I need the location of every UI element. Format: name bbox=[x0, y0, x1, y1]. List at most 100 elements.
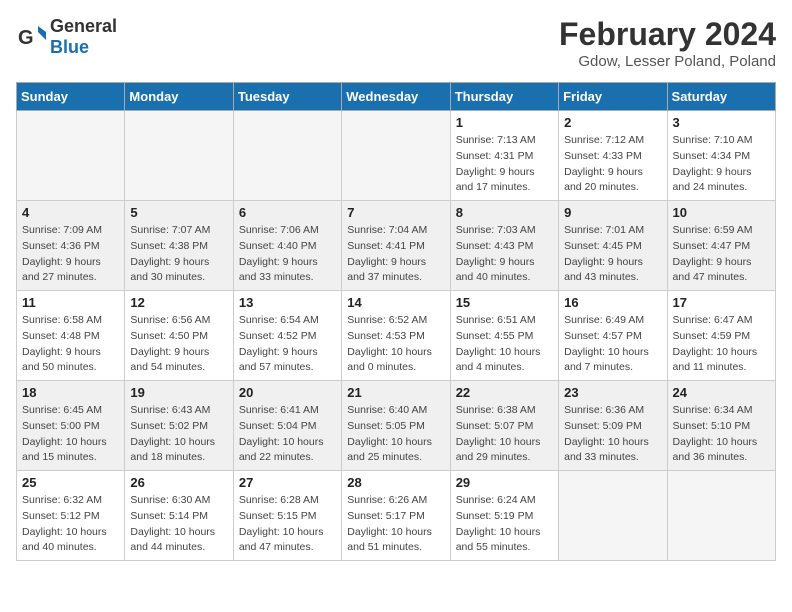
title-area: February 2024 Gdow, Lesser Poland, Polan… bbox=[559, 16, 776, 70]
calendar-cell: 7 Sunrise: 7:04 AM Sunset: 4:41 PM Daylig… bbox=[342, 201, 450, 291]
day-info: Sunrise: 7:09 AM Sunset: 4:36 PM Dayligh… bbox=[22, 223, 119, 286]
day-info: Sunrise: 6:30 AM Sunset: 5:14 PM Dayligh… bbox=[130, 493, 227, 556]
day-info: Sunrise: 6:26 AM Sunset: 5:17 PM Dayligh… bbox=[347, 493, 444, 556]
day-number: 21 bbox=[347, 385, 444, 400]
day-info: Sunrise: 7:12 AM Sunset: 4:33 PM Dayligh… bbox=[564, 133, 661, 196]
logo: G General Blue bbox=[16, 16, 117, 58]
calendar-cell bbox=[233, 111, 341, 201]
calendar-table: SundayMondayTuesdayWednesdayThursdayFrid… bbox=[16, 82, 776, 561]
day-info: Sunrise: 7:10 AM Sunset: 4:34 PM Dayligh… bbox=[673, 133, 770, 196]
col-header-monday: Monday bbox=[125, 83, 233, 111]
calendar-cell: 20 Sunrise: 6:41 AM Sunset: 5:04 PM Dayli… bbox=[233, 381, 341, 471]
day-number: 22 bbox=[456, 385, 553, 400]
day-info: Sunrise: 6:58 AM Sunset: 4:48 PM Dayligh… bbox=[22, 313, 119, 376]
day-info: Sunrise: 6:24 AM Sunset: 5:19 PM Dayligh… bbox=[456, 493, 553, 556]
day-info: Sunrise: 7:03 AM Sunset: 4:43 PM Dayligh… bbox=[456, 223, 553, 286]
day-info: Sunrise: 6:36 AM Sunset: 5:09 PM Dayligh… bbox=[564, 403, 661, 466]
calendar-cell: 21 Sunrise: 6:40 AM Sunset: 5:05 PM Dayli… bbox=[342, 381, 450, 471]
calendar-cell: 4 Sunrise: 7:09 AM Sunset: 4:36 PM Daylig… bbox=[17, 201, 125, 291]
day-number: 1 bbox=[456, 115, 553, 130]
logo-blue: Blue bbox=[50, 37, 117, 58]
calendar-cell: 1 Sunrise: 7:13 AM Sunset: 4:31 PM Daylig… bbox=[450, 111, 558, 201]
day-number: 26 bbox=[130, 475, 227, 490]
day-info: Sunrise: 6:45 AM Sunset: 5:00 PM Dayligh… bbox=[22, 403, 119, 466]
calendar-cell: 24 Sunrise: 6:34 AM Sunset: 5:10 PM Dayli… bbox=[667, 381, 775, 471]
calendar-cell bbox=[667, 471, 775, 561]
calendar-cell bbox=[342, 111, 450, 201]
day-info: Sunrise: 6:40 AM Sunset: 5:05 PM Dayligh… bbox=[347, 403, 444, 466]
calendar-cell: 5 Sunrise: 7:07 AM Sunset: 4:38 PM Daylig… bbox=[125, 201, 233, 291]
calendar-cell: 19Sunrise: 6:43 AM Sunset: 5:02 PM Dayli… bbox=[125, 381, 233, 471]
day-number: 15 bbox=[456, 295, 553, 310]
day-number: 6 bbox=[239, 205, 336, 220]
day-info: Sunrise: 7:13 AM Sunset: 4:31 PM Dayligh… bbox=[456, 133, 553, 196]
day-info: Sunrise: 7:04 AM Sunset: 4:41 PM Dayligh… bbox=[347, 223, 444, 286]
day-info: Sunrise: 6:28 AM Sunset: 5:15 PM Dayligh… bbox=[239, 493, 336, 556]
col-header-tuesday: Tuesday bbox=[233, 83, 341, 111]
day-number: 5 bbox=[130, 205, 227, 220]
calendar-cell: 12 Sunrise: 6:56 AM Sunset: 4:50 PM Dayli… bbox=[125, 291, 233, 381]
calendar-cell: 17 Sunrise: 6:47 AM Sunset: 4:59 PM Dayli… bbox=[667, 291, 775, 381]
header: G General Blue February 2024 Gdow, Lesse… bbox=[16, 16, 776, 70]
day-number: 19 bbox=[130, 385, 227, 400]
calendar-cell: 15 Sunrise: 6:51 AM Sunset: 4:55 PM Dayli… bbox=[450, 291, 558, 381]
day-info: Sunrise: 6:41 AM Sunset: 5:04 PM Dayligh… bbox=[239, 403, 336, 466]
day-info: Sunrise: 6:56 AM Sunset: 4:50 PM Dayligh… bbox=[130, 313, 227, 376]
calendar-cell: 22 Sunrise: 6:38 AM Sunset: 5:07 PM Dayli… bbox=[450, 381, 558, 471]
svg-text:G: G bbox=[18, 27, 34, 49]
header-row: SundayMondayTuesdayWednesdayThursdayFrid… bbox=[17, 83, 776, 111]
col-header-wednesday: Wednesday bbox=[342, 83, 450, 111]
calendar-cell: 23Sunrise: 6:36 AM Sunset: 5:09 PM Dayli… bbox=[559, 381, 667, 471]
calendar-cell bbox=[17, 111, 125, 201]
day-info: Sunrise: 6:59 AM Sunset: 4:47 PM Dayligh… bbox=[673, 223, 770, 286]
calendar-cell: 29 Sunrise: 6:24 AM Sunset: 5:19 PM Dayli… bbox=[450, 471, 558, 561]
day-info: Sunrise: 6:54 AM Sunset: 4:52 PM Dayligh… bbox=[239, 313, 336, 376]
day-number: 10 bbox=[673, 205, 770, 220]
month-title: February 2024 bbox=[559, 16, 776, 53]
day-number: 9 bbox=[564, 205, 661, 220]
col-header-saturday: Saturday bbox=[667, 83, 775, 111]
calendar-cell: 18 Sunrise: 6:45 AM Sunset: 5:00 PM Dayli… bbox=[17, 381, 125, 471]
week-row-4: 18 Sunrise: 6:45 AM Sunset: 5:00 PM Dayli… bbox=[17, 381, 776, 471]
day-number: 20 bbox=[239, 385, 336, 400]
calendar-cell: 10 Sunrise: 6:59 AM Sunset: 4:47 PM Dayli… bbox=[667, 201, 775, 291]
calendar-cell: 28Sunrise: 6:26 AM Sunset: 5:17 PM Dayli… bbox=[342, 471, 450, 561]
day-number: 18 bbox=[22, 385, 119, 400]
calendar-cell: 13 Sunrise: 6:54 AM Sunset: 4:52 PM Dayli… bbox=[233, 291, 341, 381]
calendar-cell: 8Sunrise: 7:03 AM Sunset: 4:43 PM Daylig… bbox=[450, 201, 558, 291]
day-number: 12 bbox=[130, 295, 227, 310]
day-info: Sunrise: 7:06 AM Sunset: 4:40 PM Dayligh… bbox=[239, 223, 336, 286]
day-info: Sunrise: 6:47 AM Sunset: 4:59 PM Dayligh… bbox=[673, 313, 770, 376]
day-number: 29 bbox=[456, 475, 553, 490]
day-info: Sunrise: 6:51 AM Sunset: 4:55 PM Dayligh… bbox=[456, 313, 553, 376]
day-info: Sunrise: 6:38 AM Sunset: 5:07 PM Dayligh… bbox=[456, 403, 553, 466]
day-number: 25 bbox=[22, 475, 119, 490]
day-number: 4 bbox=[22, 205, 119, 220]
week-row-3: 11Sunrise: 6:58 AM Sunset: 4:48 PM Dayli… bbox=[17, 291, 776, 381]
day-number: 24 bbox=[673, 385, 770, 400]
col-header-thursday: Thursday bbox=[450, 83, 558, 111]
calendar-cell: 6 Sunrise: 7:06 AM Sunset: 4:40 PM Daylig… bbox=[233, 201, 341, 291]
day-number: 7 bbox=[347, 205, 444, 220]
day-info: Sunrise: 6:49 AM Sunset: 4:57 PM Dayligh… bbox=[564, 313, 661, 376]
calendar-cell: 27 Sunrise: 6:28 AM Sunset: 5:15 PM Dayli… bbox=[233, 471, 341, 561]
calendar-cell: 26 Sunrise: 6:30 AM Sunset: 5:14 PM Dayli… bbox=[125, 471, 233, 561]
col-header-sunday: Sunday bbox=[17, 83, 125, 111]
day-number: 13 bbox=[239, 295, 336, 310]
day-number: 14 bbox=[347, 295, 444, 310]
day-number: 27 bbox=[239, 475, 336, 490]
day-info: Sunrise: 6:52 AM Sunset: 4:53 PM Dayligh… bbox=[347, 313, 444, 376]
calendar-cell: 3Sunrise: 7:10 AM Sunset: 4:34 PM Daylig… bbox=[667, 111, 775, 201]
calendar-cell: 11Sunrise: 6:58 AM Sunset: 4:48 PM Dayli… bbox=[17, 291, 125, 381]
day-info: Sunrise: 6:34 AM Sunset: 5:10 PM Dayligh… bbox=[673, 403, 770, 466]
day-number: 16 bbox=[564, 295, 661, 310]
day-number: 2 bbox=[564, 115, 661, 130]
week-row-1: 1 Sunrise: 7:13 AM Sunset: 4:31 PM Daylig… bbox=[17, 111, 776, 201]
day-info: Sunrise: 7:07 AM Sunset: 4:38 PM Dayligh… bbox=[130, 223, 227, 286]
logo-icon: G bbox=[16, 22, 46, 52]
day-number: 17 bbox=[673, 295, 770, 310]
calendar-cell: 9Sunrise: 7:01 AM Sunset: 4:45 PM Daylig… bbox=[559, 201, 667, 291]
calendar-cell bbox=[125, 111, 233, 201]
week-row-2: 4 Sunrise: 7:09 AM Sunset: 4:36 PM Daylig… bbox=[17, 201, 776, 291]
logo-general: General bbox=[50, 16, 117, 37]
